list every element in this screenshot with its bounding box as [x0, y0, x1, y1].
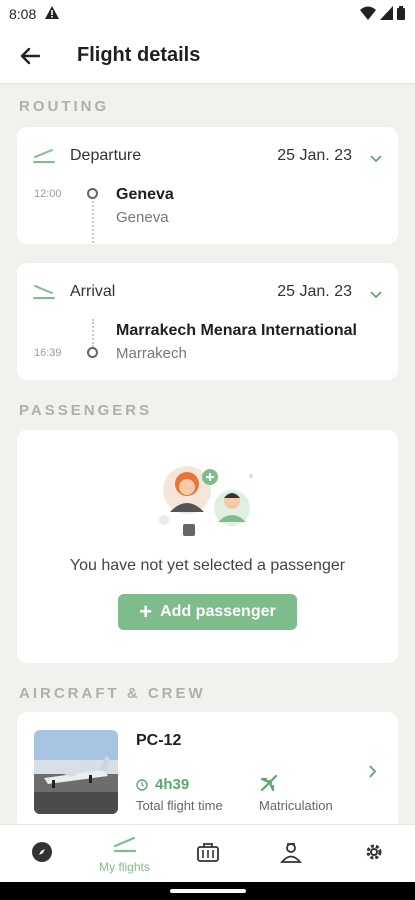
empty-passengers-text: You have not yet selected a passenger	[69, 557, 346, 574]
section-passengers-label: PASSENGERS	[19, 402, 153, 419]
add-passenger-label: Add passenger	[160, 603, 276, 620]
route-line	[92, 319, 94, 347]
plane-icon	[259, 773, 279, 798]
add-passenger-button[interactable]: + Add passenger	[118, 594, 297, 630]
status-bar: 8:08	[0, 0, 415, 28]
alert-icon	[45, 6, 59, 24]
app-bar: Flight details	[0, 28, 415, 84]
chevron-right-icon[interactable]	[369, 765, 377, 783]
route-line	[92, 201, 94, 243]
arrival-time: 16:39	[34, 347, 62, 359]
suitcase-icon	[196, 842, 219, 867]
chevron-down-icon[interactable]	[370, 286, 382, 304]
arrival-airport: Marrakech Menara International	[116, 322, 357, 339]
matriculation-label: Matriculation	[259, 798, 333, 813]
section-routing-label: ROUTING	[19, 98, 110, 115]
gesture-bar	[0, 882, 415, 900]
takeoff-icon	[33, 147, 55, 168]
bottom-nav: My flights	[0, 824, 415, 882]
back-arrow-icon[interactable]	[16, 42, 44, 70]
aircraft-card[interactable]: PC-12 4h39 Total flight time Matriculati…	[17, 712, 398, 837]
home-indicator[interactable]	[170, 889, 246, 893]
section-aircraft-label: AIRCRAFT & CREW	[19, 685, 206, 702]
nav-settings[interactable]	[332, 825, 415, 883]
battery-icon	[397, 6, 405, 20]
aircraft-photo	[34, 730, 118, 814]
takeoff-icon	[113, 835, 137, 858]
arrival-card[interactable]: Arrival 25 Jan. 23 Marrakech Menara Inte…	[17, 263, 398, 380]
nav-crew[interactable]	[249, 825, 332, 883]
pilot-icon	[279, 841, 302, 868]
gear-icon	[363, 841, 385, 868]
landing-icon	[33, 283, 55, 304]
flight-time-label: Total flight time	[136, 798, 223, 813]
nav-my-flights-label: My flights	[99, 859, 150, 874]
departure-label: Departure	[70, 147, 142, 164]
aircraft-model: PC-12	[136, 732, 182, 749]
nav-explore[interactable]	[0, 825, 83, 883]
arrival-dot	[87, 347, 98, 358]
departure-city: Geneva	[116, 209, 169, 226]
arrival-label: Arrival	[70, 283, 116, 300]
passengers-card: You have not yet selected a passenger + …	[17, 430, 398, 663]
wifi-icon	[360, 6, 376, 20]
passengers-illustration	[158, 460, 258, 545]
status-time: 8:08	[9, 6, 37, 22]
departure-time: 12:00	[34, 188, 62, 200]
flight-time-value: 4h39	[155, 776, 190, 793]
arrival-city: Marrakech	[116, 345, 187, 362]
departure-date: 25 Jan. 23	[277, 147, 352, 164]
chevron-down-icon[interactable]	[370, 150, 382, 168]
clock-icon	[136, 778, 148, 796]
nav-luggage[interactable]	[166, 825, 249, 883]
plus-icon: +	[139, 599, 153, 624]
page-title: Flight details	[77, 44, 201, 66]
departure-dot	[87, 188, 98, 199]
status-icons	[360, 6, 405, 20]
departure-airport: Geneva	[116, 186, 174, 203]
departure-card[interactable]: Departure 25 Jan. 23 12:00 Geneva Geneva	[17, 127, 398, 244]
signal-icon	[380, 6, 393, 20]
compass-icon	[31, 841, 53, 868]
nav-my-flights[interactable]: My flights	[83, 825, 166, 883]
arrival-date: 25 Jan. 23	[277, 283, 352, 300]
